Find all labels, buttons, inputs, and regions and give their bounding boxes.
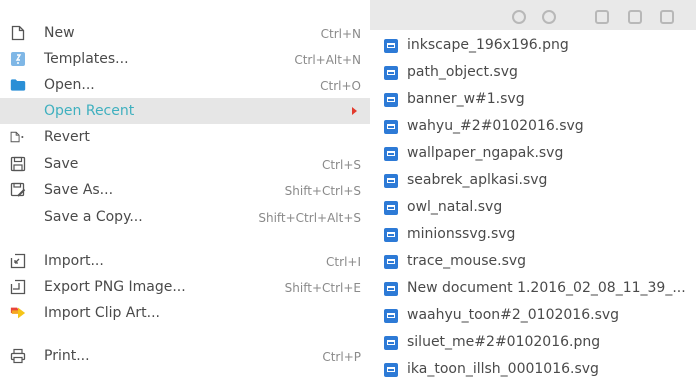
menu-item-open[interactable]: Open... Ctrl+O (0, 72, 370, 98)
open-folder-icon (10, 77, 26, 93)
menu-item-templates[interactable]: Templates... Ctrl+Alt+N (0, 46, 370, 72)
image-file-icon (384, 282, 398, 296)
menu-item-label: Print... (44, 348, 90, 364)
menu-item-label: Import Clip Art... (44, 305, 160, 321)
image-file-icon (384, 147, 398, 161)
recent-file-item[interactable]: wahyu_#2#0102016.svg (370, 113, 696, 140)
menu-item-shortcut: Ctrl+I (326, 255, 361, 269)
recent-file-label: wahyu_#2#0102016.svg (407, 118, 584, 134)
menu-item-label: Open... (44, 77, 95, 93)
recent-file-item[interactable]: inkscape_196x196.png (370, 32, 696, 59)
image-file-icon (384, 93, 398, 107)
image-file-icon (384, 363, 398, 377)
menu-item-import-clip-art[interactable]: Import Clip Art... (0, 300, 370, 326)
toolbar-zoom-icon (512, 10, 526, 24)
image-file-icon (384, 201, 398, 215)
recent-file-item[interactable]: seabrek_aplkasi.svg (370, 167, 696, 194)
recent-file-label: inkscape_196x196.png (407, 37, 569, 53)
menu-item-label: Save a Copy... (44, 209, 143, 225)
menu-item-open-recent[interactable]: Open Recent (0, 98, 370, 124)
recent-file-item[interactable]: siluet_me#2#0102016.png (370, 329, 696, 356)
menu-item-save-a-copy[interactable]: Save a Copy... Shift+Ctrl+Alt+S (0, 204, 370, 230)
toolbar-selection-icon (660, 10, 674, 24)
recent-file-label: waahyu_toon#2_0102016.svg (407, 307, 620, 323)
revert-icon (10, 129, 26, 145)
recent-file-label: owl_natal.svg (407, 199, 503, 215)
new-document-icon (10, 25, 26, 41)
recent-file-item[interactable]: New document 1.2016_02_08_11_39_... (370, 275, 696, 302)
menu-item-shortcut: Ctrl+N (320, 27, 361, 41)
image-file-icon (384, 174, 398, 188)
menu-item-label: Templates... (44, 51, 129, 67)
menu-item-label: Revert (44, 129, 90, 145)
recent-file-item[interactable]: minionssvg.svg (370, 221, 696, 248)
menu-item-shortcut: Shift+Ctrl+S (284, 184, 361, 198)
templates-icon (10, 51, 26, 67)
menu-item-shortcut: Shift+Ctrl+E (284, 281, 361, 295)
menu-item-label: New (44, 25, 75, 41)
recent-file-label: siluet_me#2#0102016.png (407, 334, 601, 350)
image-file-icon (384, 309, 398, 323)
recent-file-label: trace_mouse.svg (407, 253, 527, 269)
recent-file-label: path_object.svg (407, 64, 518, 80)
menu-item-shortcut: Ctrl+O (320, 79, 361, 93)
menu-item-export-png[interactable]: Export PNG Image... Shift+Ctrl+E (0, 274, 370, 300)
background-toolbar (370, 0, 696, 30)
print-icon (10, 348, 26, 364)
export-png-icon (10, 279, 26, 295)
menu-item-shortcut: Shift+Ctrl+Alt+S (258, 211, 361, 225)
menu-item-print[interactable]: Print... Ctrl+P (0, 343, 370, 369)
recent-file-item[interactable]: waahyu_toon#2_0102016.svg (370, 302, 696, 329)
image-file-icon (384, 66, 398, 80)
menu-item-new[interactable]: New Ctrl+N (0, 20, 370, 46)
menu-item-import[interactable]: Import... Ctrl+I (0, 248, 370, 274)
toolbar-zoom-out-icon (542, 10, 556, 24)
menu-item-save-as[interactable]: Save As... Shift+Ctrl+S (0, 177, 370, 203)
image-file-icon (384, 228, 398, 242)
menu-item-label: Open Recent (44, 103, 135, 119)
save-icon (10, 156, 26, 172)
image-file-icon (384, 255, 398, 269)
menu-item-save[interactable]: Save Ctrl+S (0, 151, 370, 177)
recent-file-item[interactable]: ika_toon_illsh_0001016.svg (370, 356, 696, 383)
recent-file-label: seabrek_aplkasi.svg (407, 172, 548, 188)
menu-item-label: Import... (44, 253, 104, 269)
menu-item-shortcut: Ctrl+Alt+N (294, 53, 361, 67)
submenu-arrow-icon (352, 107, 357, 115)
recent-file-label: New document 1.2016_02_08_11_39_... (407, 280, 686, 296)
import-icon (10, 253, 26, 269)
recent-file-label: minionssvg.svg (407, 226, 516, 242)
menu-item-label: Export PNG Image... (44, 279, 186, 295)
menu-item-label: Save (44, 156, 79, 172)
recent-file-item[interactable]: banner_w#1.svg (370, 86, 696, 113)
menu-item-label: Save As... (44, 182, 114, 198)
recent-file-label: ika_toon_illsh_0001016.svg (407, 361, 599, 377)
menu-item-shortcut: Ctrl+S (321, 158, 361, 172)
menu-item-shortcut: Ctrl+P (322, 350, 361, 364)
open-recent-submenu: inkscape_196x196.png path_object.svg ban… (370, 30, 696, 377)
menu-item-revert[interactable]: Revert (0, 124, 370, 150)
toolbar-drawing-icon (628, 10, 642, 24)
recent-file-item[interactable]: path_object.svg (370, 59, 696, 86)
image-file-icon (384, 336, 398, 350)
recent-file-item[interactable]: wallpaper_ngapak.svg (370, 140, 696, 167)
file-menu: New Ctrl+N Templates... Ctrl+Alt+N Open.… (0, 0, 370, 365)
image-file-icon (384, 39, 398, 53)
recent-file-item[interactable]: trace_mouse.svg (370, 248, 696, 275)
image-file-icon (384, 120, 398, 134)
toolbar-page-icon (595, 10, 609, 24)
recent-file-item[interactable]: owl_natal.svg (370, 194, 696, 221)
clip-art-icon (10, 305, 26, 321)
save-as-icon (10, 182, 26, 198)
recent-file-label: wallpaper_ngapak.svg (407, 145, 564, 161)
recent-file-label: banner_w#1.svg (407, 91, 525, 107)
